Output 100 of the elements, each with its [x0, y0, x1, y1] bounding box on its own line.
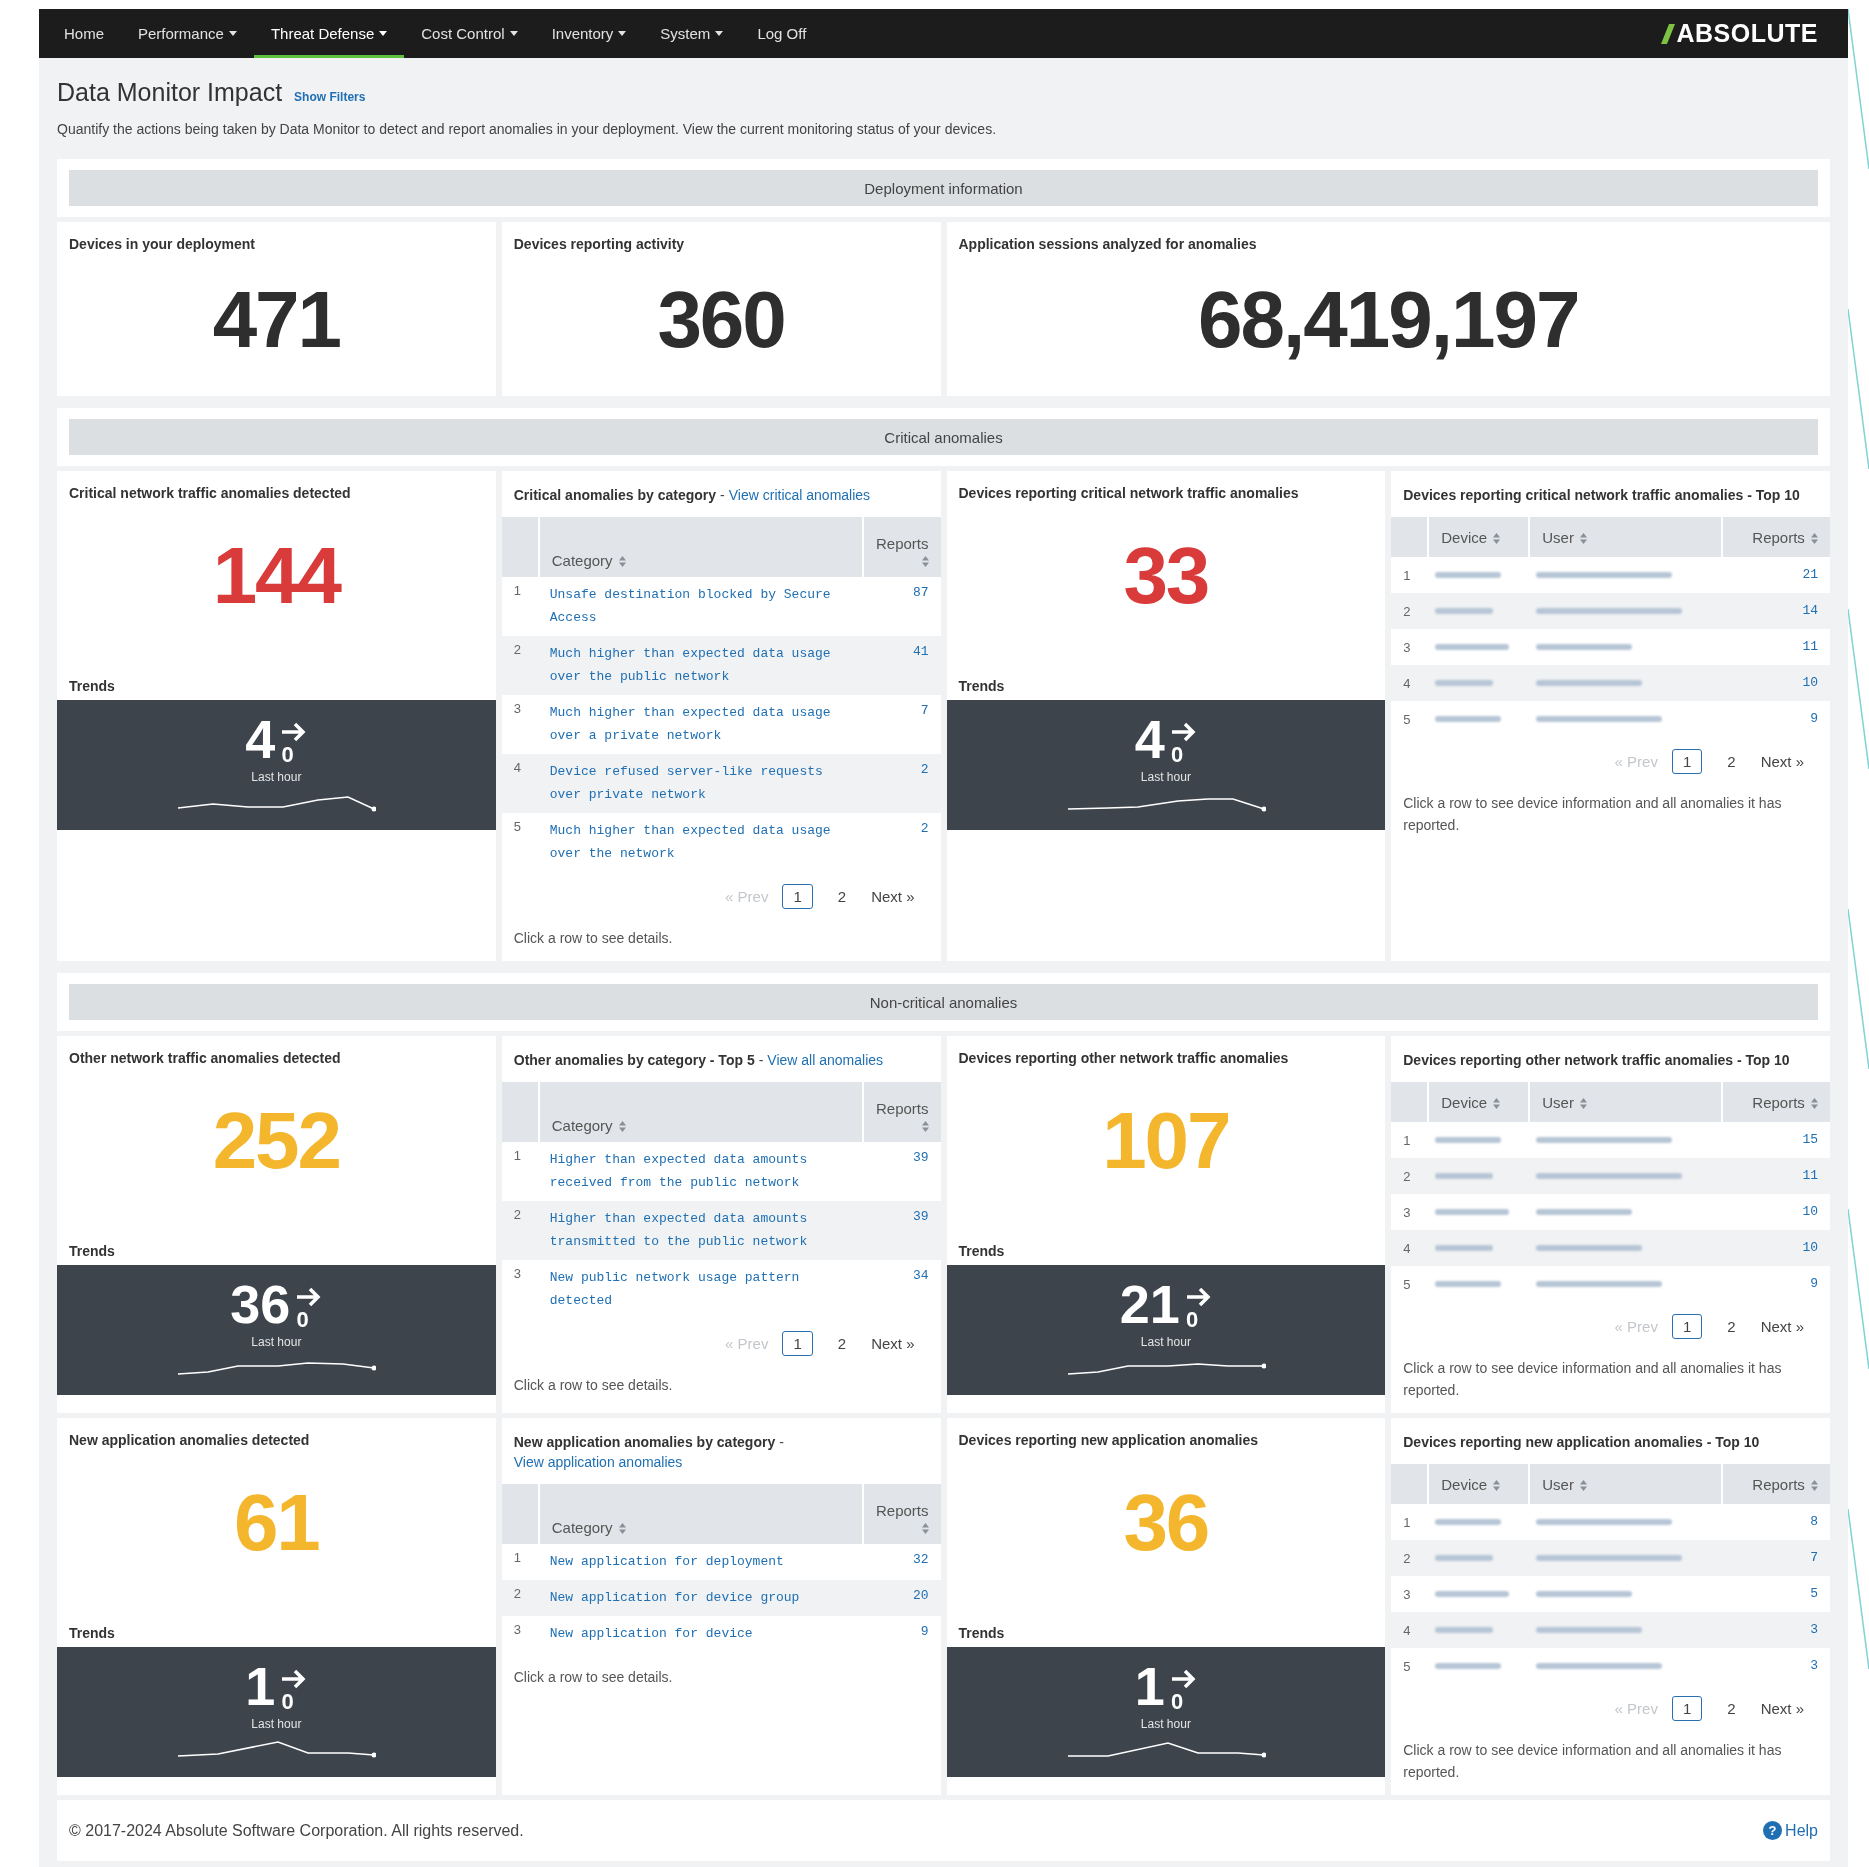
category-cell[interactable]: New application for deployment	[537, 1544, 862, 1580]
trend-value: 36	[230, 1277, 291, 1331]
category-cell[interactable]: Device refused server-like requests over private network	[537, 754, 862, 813]
nav-menu[interactable]: Inventory	[534, 9, 644, 58]
help-icon: ?	[1763, 1821, 1783, 1840]
page-button[interactable]: 2	[826, 884, 858, 909]
row-number: 2	[501, 636, 538, 695]
row-number: 5	[1402, 1657, 1412, 1676]
column-header[interactable]: User	[1528, 517, 1721, 557]
column-header[interactable]: Device	[1427, 517, 1529, 557]
category-cell[interactable]: Higher than expected data amounts transmitted to the public network	[537, 1201, 862, 1260]
show-filters-link[interactable]: Show Filters	[294, 90, 366, 104]
stat-value: 360	[656, 274, 786, 366]
category-cell[interactable]: Unsafe destination blocked by Secure Access	[537, 577, 862, 636]
trends-label: Trends	[69, 1625, 116, 1641]
card-title: Other network traffic anomalies detected	[69, 1050, 342, 1066]
column-header[interactable]: Reports	[1720, 1464, 1830, 1504]
reports-cell-text: 39	[911, 1149, 930, 1167]
trend-value: 4	[1134, 712, 1165, 766]
sort-icon	[1811, 1097, 1818, 1109]
sort-icon	[1580, 1479, 1588, 1491]
count-value: 36	[1122, 1478, 1210, 1568]
help-text: Click a row to see device information and all anomalies it has reported.	[1403, 1741, 1783, 1782]
help-text: Click a row to see device information and all anomalies it has reported.	[1403, 1359, 1783, 1400]
column-header[interactable]: Device	[1427, 1082, 1529, 1122]
header-cell	[501, 517, 538, 577]
nav-menu[interactable]: Performance	[121, 9, 254, 58]
page-button[interactable]: 1	[1671, 1314, 1703, 1339]
column-header[interactable]: Reports	[861, 1484, 941, 1544]
category-cell[interactable]: Much higher than expected data usage over the public network	[537, 636, 862, 695]
next-page-link[interactable]: Next »	[871, 888, 915, 905]
page-button[interactable]: 1	[1671, 749, 1703, 774]
reports-cell: 10	[1720, 665, 1830, 701]
row-number: 2	[1391, 1158, 1428, 1194]
category-cell[interactable]: New public network usage pattern detected	[537, 1260, 862, 1319]
column-header[interactable]: Reports	[861, 1082, 941, 1142]
count-value: 33	[1122, 531, 1210, 621]
nav-menu[interactable]: Threat Defense	[253, 9, 405, 58]
header-cell	[501, 1484, 538, 1544]
row-number: 4	[1391, 1612, 1428, 1648]
next-page-link[interactable]: Next »	[1760, 1318, 1804, 1335]
nav-menu[interactable]: System	[643, 9, 741, 58]
next-page-link[interactable]: Next »	[871, 1335, 915, 1352]
row-number: 3	[512, 1265, 522, 1283]
help-link[interactable]: ? Help	[1763, 1821, 1818, 1840]
column-header[interactable]: Category	[537, 1082, 862, 1142]
page-button[interactable]: 2	[1716, 1696, 1747, 1721]
page-button[interactable]: 2	[1716, 749, 1747, 774]
column-header[interactable]: User	[1528, 1082, 1721, 1122]
page-button[interactable]: 2	[826, 1331, 858, 1356]
reports-cell: 11	[1720, 1158, 1830, 1194]
help-text: Click a row to see details.	[513, 1668, 674, 1687]
copyright-text: © 2017-2024 Absolute Software Corporation. All rights reserved.	[69, 1821, 524, 1840]
nav-link[interactable]: Log Off	[740, 9, 824, 58]
separator: -	[779, 1434, 784, 1450]
column-header[interactable]: Device	[1427, 1464, 1529, 1504]
row-number: 3	[512, 700, 522, 718]
reports-cell: 39	[861, 1201, 941, 1260]
row-number: 5	[1402, 710, 1412, 729]
card-title: Other anomalies by category - Top 5	[513, 1052, 755, 1068]
view-link[interactable]: View all anomalies	[767, 1052, 884, 1068]
view-link[interactable]: View application anomalies	[513, 1454, 683, 1470]
trend-caption: Last hour	[1140, 1335, 1191, 1349]
category-cell[interactable]: New application for device	[537, 1616, 862, 1652]
reports-cell-text: 32	[911, 1551, 930, 1569]
page-button[interactable]: 1	[782, 884, 813, 909]
column-header[interactable]: Reports	[1720, 1082, 1830, 1122]
category-cell[interactable]: Higher than expected data amounts received from the public network	[537, 1142, 862, 1201]
card-title: Devices reporting other network traffic anomalies	[958, 1050, 1290, 1066]
sort-icon	[1493, 532, 1501, 544]
reports-cell-text: 5	[1809, 1585, 1819, 1603]
count-value: 252	[211, 1096, 342, 1186]
trend-value: 1	[1134, 1659, 1165, 1713]
sort-icon	[1811, 1479, 1818, 1491]
row-number: 5	[512, 818, 522, 836]
reports-cell-text: 9	[919, 1623, 930, 1641]
column-header[interactable]: Category	[537, 1484, 862, 1544]
trends-label: Trends	[69, 1243, 116, 1259]
page-description: Quantify the actions being taken by Data Monitor to detect and report anomalies in your deployment. View the current monitoring status of your devices.	[57, 121, 998, 137]
blurred-text	[1433, 569, 1504, 581]
category-cell[interactable]: New application for device group	[537, 1580, 862, 1616]
category-cell[interactable]: Much higher than expected data usage over the network	[537, 813, 862, 872]
column-header[interactable]: User	[1528, 1464, 1721, 1504]
nav-link[interactable]: Home	[47, 9, 121, 58]
view-link[interactable]: View critical anomalies	[728, 487, 871, 503]
reports-cell: 2	[861, 754, 941, 813]
nav-menu[interactable]: Cost Control	[404, 9, 535, 58]
column-header[interactable]: Reports	[1720, 517, 1830, 557]
page-button[interactable]: 1	[1671, 1696, 1703, 1721]
category-cell[interactable]: Much higher than expected data usage over a private network	[537, 695, 862, 754]
card-title: Devices in your deployment	[69, 236, 256, 252]
column-header[interactable]: Category	[537, 517, 862, 577]
reports-cell-text: 10	[1801, 1203, 1819, 1221]
next-page-link[interactable]: Next »	[1760, 1700, 1804, 1717]
column-header[interactable]: Reports	[861, 517, 941, 577]
next-page-link[interactable]: Next »	[1760, 753, 1804, 770]
page-button[interactable]: 2	[1716, 1314, 1747, 1339]
page-button[interactable]: 1	[782, 1331, 813, 1356]
row-number: 1	[1402, 566, 1412, 585]
count-value: 61	[232, 1478, 320, 1568]
